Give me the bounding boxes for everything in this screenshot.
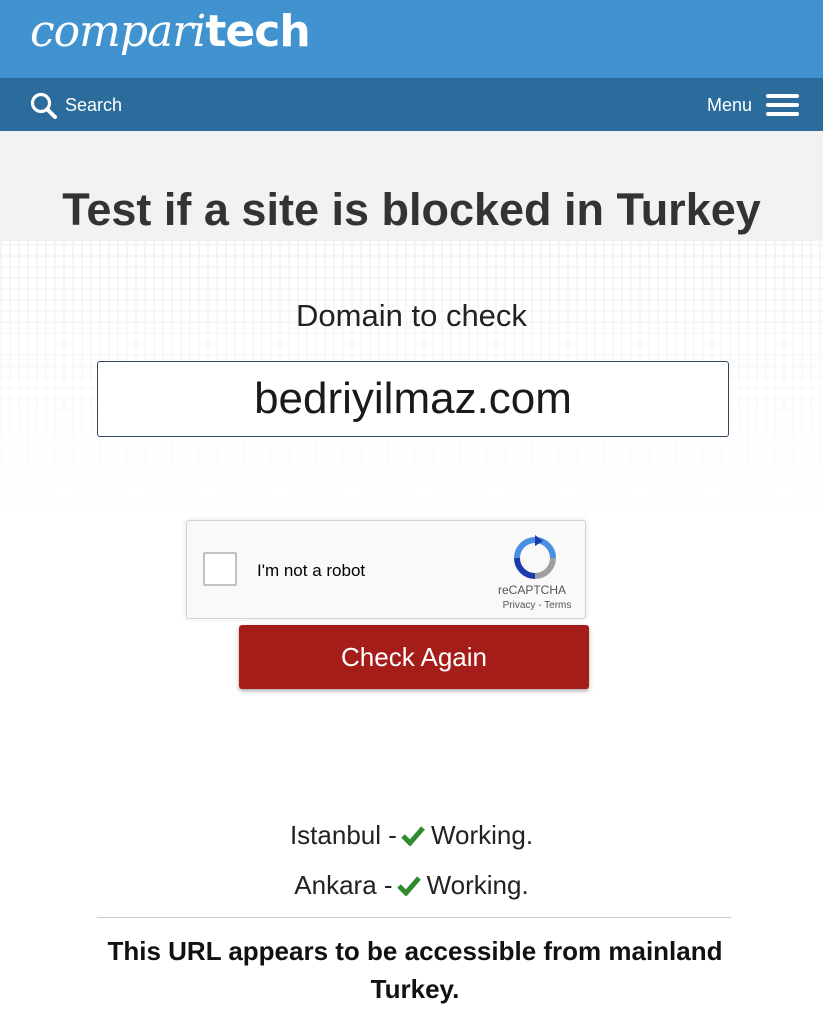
result-summary: This URL appears to be accessible from m… <box>107 936 723 1004</box>
logo-bold-text: tech <box>205 6 310 57</box>
search-icon <box>30 92 57 119</box>
result-status: Working. <box>426 870 529 900</box>
menu-label: Menu <box>706 94 752 115</box>
domain-input[interactable] <box>97 361 729 437</box>
recaptcha-widget: I'm not a robot reCAPTCHA Privacy - Term… <box>186 520 586 619</box>
result-separator: - <box>383 870 393 900</box>
recaptcha-icon <box>514 535 556 579</box>
checkmark-icon <box>396 876 421 896</box>
recaptcha-checkbox[interactable] <box>203 552 237 586</box>
check-again-button[interactable]: Check Again <box>239 625 589 689</box>
divider <box>97 917 731 918</box>
result-separator: - <box>388 820 397 850</box>
comparitech-logo[interactable]: comparitech <box>30 6 311 57</box>
result-row-istanbul: Istanbul - Working. <box>0 820 823 851</box>
nav-bar: Search Menu <box>0 78 823 131</box>
result-city: Ankara <box>294 870 377 900</box>
recaptcha-links[interactable]: Privacy - Terms <box>477 600 597 611</box>
result-city: Istanbul <box>289 820 382 850</box>
page-title: Test if a site is blocked in Turkey <box>62 184 761 235</box>
top-header: comparitech <box>0 0 823 78</box>
logo-light-text: compari <box>30 6 206 57</box>
hamburger-icon <box>766 94 799 116</box>
recaptcha-brand: reCAPTCHA <box>497 583 566 597</box>
menu-button[interactable]: Menu <box>707 88 799 122</box>
domain-label: Domain to check <box>296 298 527 333</box>
result-status: Working. <box>430 820 534 850</box>
recaptcha-label: I'm not a robot <box>257 561 366 580</box>
search-button[interactable]: Search <box>30 88 122 122</box>
search-label: Search <box>65 94 123 115</box>
checkmark-icon <box>401 826 425 846</box>
result-row-ankara: Ankara - Working. <box>0 870 823 901</box>
